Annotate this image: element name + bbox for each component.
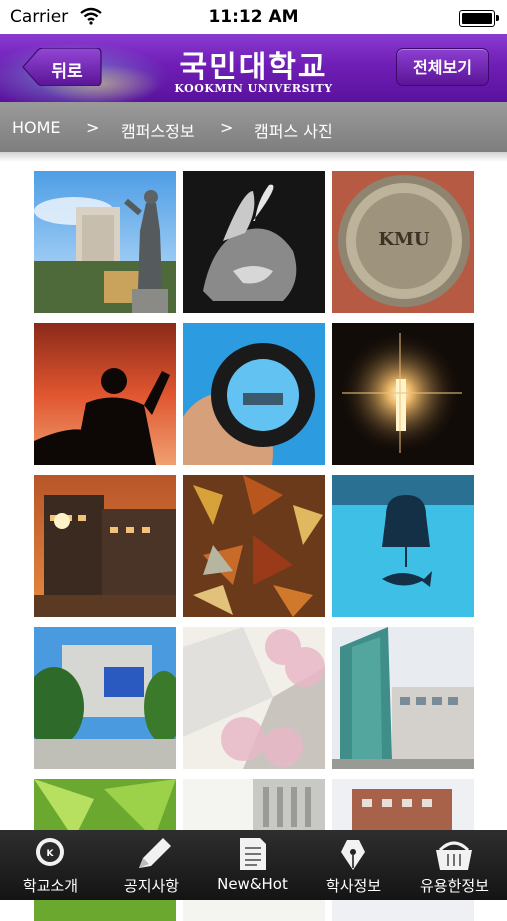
photo-kmu-seal[interactable]: KMU (332, 171, 474, 313)
view-all-button[interactable]: 전체보기 (396, 48, 489, 86)
photo-night-light[interactable] (332, 323, 474, 465)
photo-blossom-building[interactable] (183, 627, 325, 769)
pen-nib-icon (341, 840, 365, 870)
tab-new-hot[interactable]: New&Hot (202, 830, 303, 900)
breadcrumb-separator: > (86, 118, 100, 137)
photo-campus-building-sky[interactable] (34, 627, 176, 769)
breadcrumb-campus-info[interactable]: 캠퍼스정보 (121, 118, 195, 142)
photo-lens-view[interactable] (183, 323, 325, 465)
photo-building-night[interactable] (34, 475, 176, 617)
tab-label: 유용한정보 (419, 877, 489, 895)
tab-academic-info[interactable]: 학사정보 (303, 830, 404, 900)
tab-notices[interactable]: 공지사항 (101, 830, 202, 900)
pencil-icon (139, 838, 171, 868)
tab-useful-info[interactable]: 유용한정보 (404, 830, 505, 900)
seal-lettering: KMU (378, 229, 430, 250)
breadcrumb-separator: > (220, 118, 234, 137)
basket-icon (436, 841, 472, 870)
school-emblem-icon: K (36, 838, 64, 866)
svg-text:K: K (47, 849, 55, 859)
tab-label: 공지사항 (123, 877, 180, 895)
app-header: 뒤로 국민대학교 KOOKMIN UNIVERSITY 전체보기 (0, 34, 507, 102)
status-bar: Carrier 11:12 AM (0, 0, 507, 34)
photo-glass-building[interactable] (332, 627, 474, 769)
bottom-tab-bar: K 학교소개 공지사항 New&Hot 학사정보 유용한정보 (0, 830, 507, 900)
photo-autumn-leaves[interactable] (183, 475, 325, 617)
breadcrumb-home[interactable]: HOME (12, 118, 61, 137)
clock: 11:12 AM (208, 7, 299, 27)
document-icon (240, 838, 266, 870)
tab-label: 학교소개 (22, 877, 79, 895)
tab-school-intro[interactable]: K 학교소개 (0, 830, 101, 900)
battery-icon (459, 10, 499, 27)
photo-bell[interactable] (332, 475, 474, 617)
breadcrumb-campus-photos: 캠퍼스 사진 (254, 122, 333, 141)
photo-silhouette-sunset[interactable] (34, 323, 176, 465)
photo-sculpture[interactable] (183, 171, 325, 313)
photo-statue-building[interactable] (34, 171, 176, 313)
tab-label: New&Hot (217, 875, 288, 893)
tab-label: 학사정보 (325, 877, 382, 895)
breadcrumb: HOME > 캠퍼스정보 > 캠퍼스 사진 (0, 102, 507, 152)
